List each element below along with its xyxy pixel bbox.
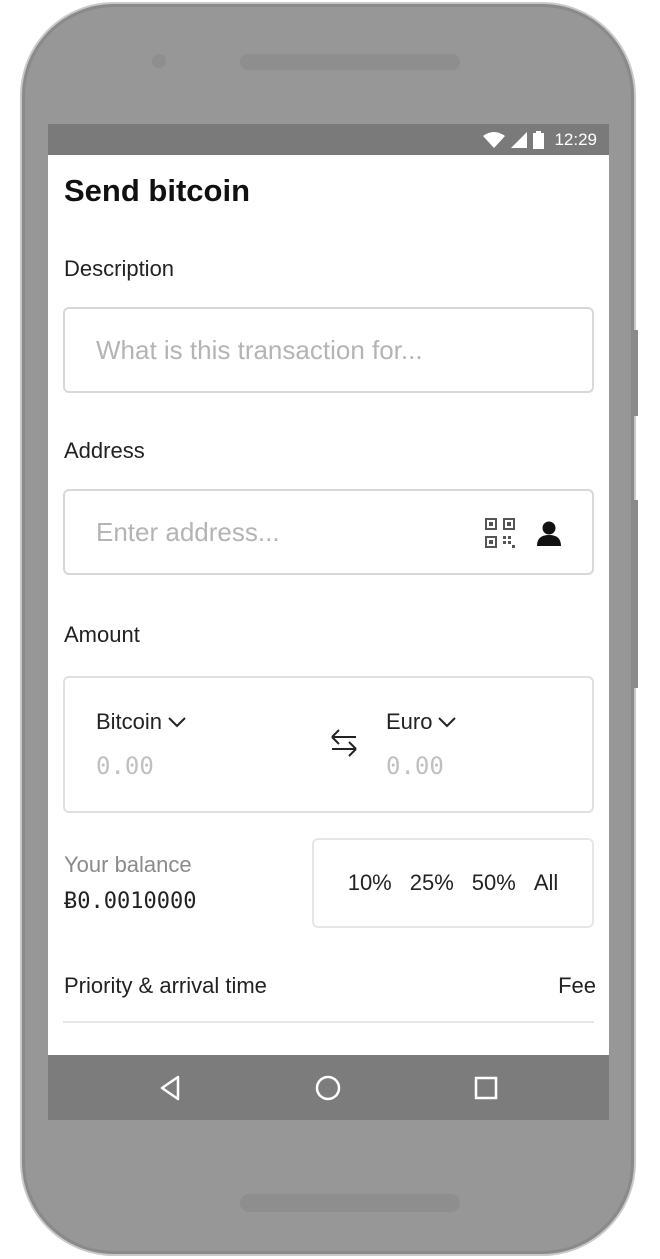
status-bar: 12:29 xyxy=(48,124,609,155)
fee-label: Fee xyxy=(558,973,596,998)
app-screen: 12:29 Send bitcoin Description What is t… xyxy=(48,124,609,1120)
page-title: Send bitcoin xyxy=(64,173,250,208)
percent-10-button[interactable]: 10% xyxy=(348,870,392,896)
balance-label: Your balance xyxy=(64,852,192,877)
battery-icon xyxy=(533,130,545,149)
send-form: Send bitcoin Description What is this tr… xyxy=(48,155,609,1055)
camera xyxy=(152,54,166,68)
status-time: 12:29 xyxy=(554,129,597,149)
address-label: Address xyxy=(64,438,145,463)
percent-all-button[interactable]: All xyxy=(534,870,558,896)
from-currency-label: Bitcoin xyxy=(96,709,163,734)
recents-icon[interactable] xyxy=(470,1072,502,1104)
swap-currency-icon[interactable] xyxy=(329,728,359,758)
percent-selector: 10% 25% 50% All xyxy=(312,838,594,928)
amount-label: Amount xyxy=(64,622,140,647)
from-currency-select[interactable]: Bitcoin xyxy=(96,709,186,735)
address-placeholder: Enter address... xyxy=(96,517,280,547)
to-currency-select[interactable]: Euro xyxy=(386,709,457,735)
percent-25-button[interactable]: 25% xyxy=(410,870,454,896)
signal-icon xyxy=(511,131,528,148)
chevron-down-icon xyxy=(438,717,457,728)
contact-icon[interactable] xyxy=(537,520,561,546)
address-field[interactable]: Enter address... xyxy=(63,489,594,575)
power-button xyxy=(633,500,638,688)
earpiece-speaker xyxy=(240,54,460,70)
to-amount-input[interactable]: 0.00 xyxy=(386,752,444,780)
description-label: Description xyxy=(64,256,175,281)
balance-value: Ƀ0.0010000 xyxy=(64,889,197,914)
description-field[interactable]: What is this transaction for... xyxy=(63,307,594,393)
amount-converter: Bitcoin 0.00 Euro 0.00 xyxy=(63,676,594,813)
wifi-icon xyxy=(483,131,506,148)
android-nav-bar xyxy=(48,1055,609,1120)
description-placeholder: What is this transaction for... xyxy=(96,335,423,365)
qr-code-icon[interactable] xyxy=(485,518,515,548)
back-icon[interactable] xyxy=(154,1072,186,1104)
percent-50-button[interactable]: 50% xyxy=(472,870,516,896)
to-currency-label: Euro xyxy=(386,709,433,734)
home-icon[interactable] xyxy=(312,1072,344,1104)
priority-label: Priority & arrival time xyxy=(64,973,267,998)
volume-button xyxy=(633,330,638,416)
chevron-down-icon xyxy=(168,717,186,728)
divider xyxy=(63,1021,594,1023)
from-amount-input[interactable]: 0.00 xyxy=(96,752,154,780)
bottom-speaker xyxy=(240,1194,460,1212)
